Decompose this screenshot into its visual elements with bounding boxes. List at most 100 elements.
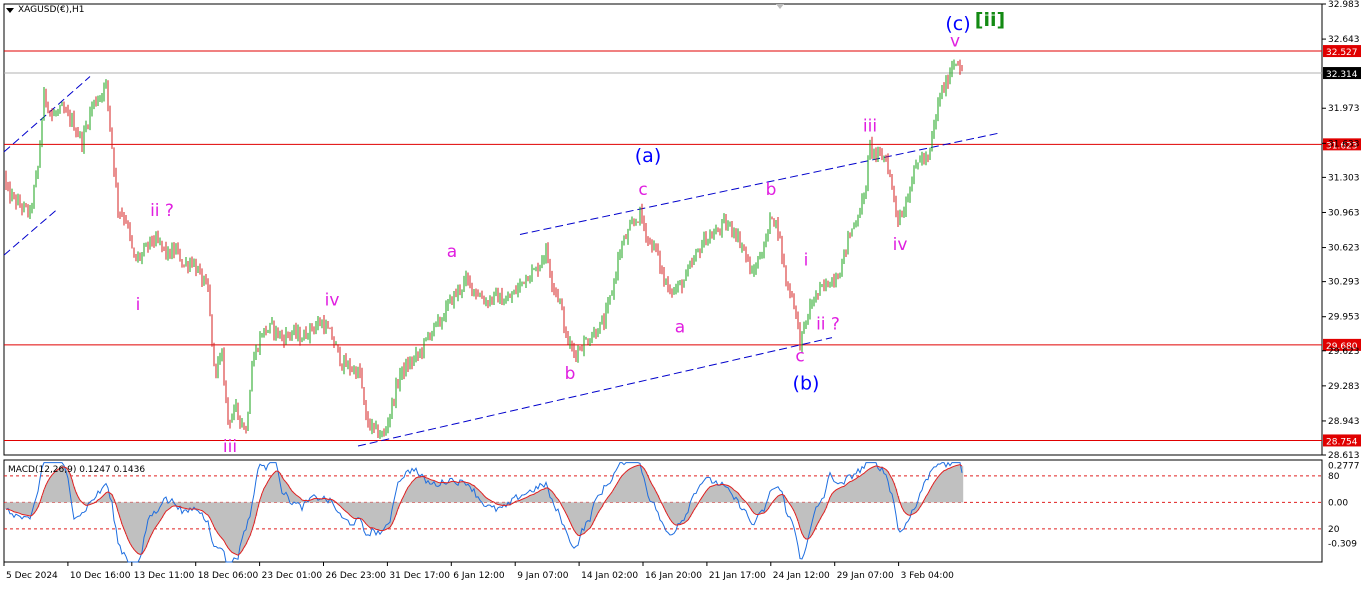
macd-histogram-bar xyxy=(355,502,357,518)
macd-histogram-bar xyxy=(221,502,223,538)
macd-histogram-bar xyxy=(361,502,363,519)
macd-histogram-bar xyxy=(443,482,445,502)
macd-histogram-bar xyxy=(195,502,197,509)
macd-histogram-bar xyxy=(217,502,219,533)
macd-histogram-bar xyxy=(947,469,949,503)
level-price-label: 32.527 xyxy=(1326,48,1358,58)
time-tick-label: 23 Dec 01:00 xyxy=(262,571,323,581)
macd-histogram-bar xyxy=(935,480,937,503)
macd-histogram-bar xyxy=(637,465,639,502)
macd-histogram-bar xyxy=(867,470,869,503)
macd-histogram-bar xyxy=(187,502,189,509)
macd-histogram-bar xyxy=(931,486,933,502)
macd-histogram-bar xyxy=(957,465,959,502)
macd-histogram-bar xyxy=(25,502,27,515)
macd-histogram-bar xyxy=(411,482,413,502)
macd-histogram-bar xyxy=(353,502,355,518)
macd-histogram-bar xyxy=(949,468,951,502)
macd-histogram-bar xyxy=(449,482,451,502)
macd-histogram-bar xyxy=(579,502,581,535)
macd-tick-label: 0.00 xyxy=(1328,498,1348,508)
macd-histogram-bar xyxy=(453,481,455,502)
macd-histogram-bar xyxy=(129,502,131,543)
macd-histogram-bar xyxy=(953,466,955,502)
macd-histogram-bar xyxy=(803,502,805,537)
macd-histogram-bar xyxy=(249,502,251,535)
time-tick-label: 14 Jan 02:00 xyxy=(581,571,638,581)
level-price-label: 28.754 xyxy=(1326,437,1358,447)
chart-canvas[interactable]: 32.52732.31431.62329.68028.754 (c)[ii]vi… xyxy=(0,0,1366,588)
macd-histogram-bar xyxy=(779,495,781,502)
time-tick-label: 31 Dec 17:00 xyxy=(389,571,450,581)
macd-histogram-bar xyxy=(413,480,415,502)
macd-histogram-bar xyxy=(149,502,151,537)
macd-histogram-bar xyxy=(157,502,159,524)
macd-histogram-bar xyxy=(51,475,53,502)
macd-histogram-bar xyxy=(17,502,19,512)
macd-histogram-bar xyxy=(847,483,849,502)
macd-histogram-bar xyxy=(673,502,675,524)
macd-histogram-bar xyxy=(757,502,759,514)
macd-histogram-bar xyxy=(231,502,233,552)
macd-histogram-bar xyxy=(857,477,859,502)
macd-histogram-bar xyxy=(461,482,463,503)
macd-histogram-bar xyxy=(859,476,861,502)
macd-histogram-bar xyxy=(711,486,713,502)
time-tick-label: 3 Feb 04:00 xyxy=(901,571,955,581)
price-tick-label: 31.303 xyxy=(1328,173,1360,183)
macd-histogram-bar xyxy=(201,502,203,510)
time-tick-label: 29 Jan 07:00 xyxy=(837,571,894,581)
symbol-title[interactable]: XAGUSD(€),H1 xyxy=(6,5,84,15)
dropdown-triangle-icon[interactable] xyxy=(6,8,14,13)
macd-histogram-bar xyxy=(627,470,629,502)
macd-histogram-bar xyxy=(383,502,385,530)
macd-histogram-bar xyxy=(849,482,851,503)
macd-histogram-bar xyxy=(357,502,359,518)
macd-histogram-bar xyxy=(619,479,621,503)
macd-histogram-bar xyxy=(535,493,537,503)
macd-histogram-bar xyxy=(283,480,285,502)
macd-histogram-bar xyxy=(875,466,877,502)
macd-histogram-bar xyxy=(879,467,881,502)
macd-histogram-bar xyxy=(369,502,371,527)
time-tick-label: 13 Dec 11:00 xyxy=(134,571,195,581)
macd-histogram-bar xyxy=(227,502,229,547)
price-tick-label: 29.623 xyxy=(1328,347,1360,357)
macd-histogram-bar xyxy=(575,502,577,533)
macd-histogram-bar xyxy=(381,502,383,530)
macd-histogram-bar xyxy=(375,502,377,529)
wave-label: a xyxy=(675,317,685,337)
macd-histogram-bar xyxy=(623,474,625,503)
macd-histogram-bar xyxy=(233,502,235,553)
macd-histogram-bar xyxy=(199,502,201,510)
macd-histogram-bar xyxy=(367,502,369,525)
macd-histogram-bar xyxy=(709,487,711,503)
macd-histogram-bar xyxy=(165,502,167,511)
time-tick-label: 16 Jan 20:00 xyxy=(645,571,702,581)
macd-histogram-bar xyxy=(815,502,817,526)
macd-histogram-bar xyxy=(451,481,453,502)
macd-histogram-bar xyxy=(11,502,13,510)
macd-histogram-bar xyxy=(719,485,721,503)
macd-histogram-bar xyxy=(23,502,25,514)
macd-histogram-bar xyxy=(415,478,417,503)
macd-histogram-bar xyxy=(675,502,677,525)
macd-histogram-bar xyxy=(863,473,865,502)
macd-histogram-bar xyxy=(833,492,835,503)
macd-histogram-bar xyxy=(717,485,719,503)
time-tick-label: 18 Dec 06:00 xyxy=(198,571,259,581)
macd-histogram-bar xyxy=(15,502,17,512)
macd-histogram-bar xyxy=(349,502,351,515)
time-tick-label: 6 Jan 12:00 xyxy=(453,571,505,581)
macd-histogram-bar xyxy=(127,502,129,539)
macd-histogram-bar xyxy=(873,467,875,503)
time-tick-label: 21 Jan 17:00 xyxy=(709,571,766,581)
macd-histogram-bar xyxy=(419,477,421,502)
macd-histogram-bar xyxy=(761,502,763,513)
macd-histogram-bar xyxy=(939,475,941,503)
macd-histogram-bar xyxy=(531,495,533,503)
macd-histogram-bar xyxy=(707,489,709,503)
macd-histogram-bar xyxy=(125,502,127,534)
macd-histogram-bar xyxy=(13,502,15,511)
macd-histogram-bar xyxy=(617,482,619,502)
